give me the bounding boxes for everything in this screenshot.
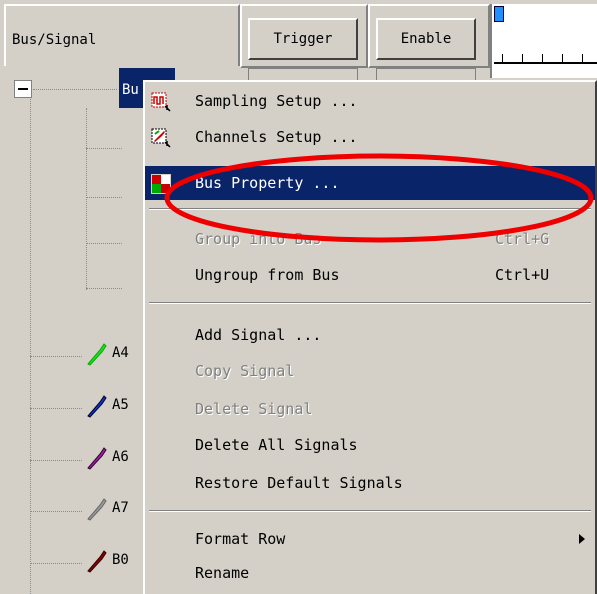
menu-item-ungroup-from-bus[interactable]: Ungroup from Bus Ctrl+U	[145, 258, 595, 292]
signal-label: A5	[112, 397, 129, 413]
menu-item-label: Ungroup from Bus	[195, 266, 340, 284]
menu-separator	[149, 302, 591, 304]
collapse-icon[interactable]	[14, 80, 32, 98]
bus-signal-header: Bus/Signal	[4, 4, 240, 68]
menu-item-sampling-setup[interactable]: Sampling Setup ...	[145, 84, 595, 118]
signal-row-a6[interactable]: A6	[86, 444, 129, 470]
probe-icon	[87, 447, 107, 470]
menu-item-restore-default-signals[interactable]: Restore Default Signals	[145, 466, 595, 500]
menu-item-label: Rename	[195, 564, 250, 582]
time-marker-icon[interactable]	[494, 6, 504, 22]
highlight-ellipse-icon	[164, 153, 594, 243]
ruler-tick	[562, 54, 563, 62]
menu-item-label: Channels Setup ...	[195, 128, 358, 146]
tree-connector	[30, 563, 82, 564]
tree-connector	[86, 243, 122, 244]
ruler-line	[494, 62, 597, 64]
ruler-tick	[582, 54, 583, 62]
signal-row-b0[interactable]: B0	[86, 547, 129, 573]
tree-connector	[30, 460, 82, 461]
channels-setup-icon	[151, 128, 171, 148]
bus-signal-header-label: Bus/Signal	[12, 32, 97, 48]
signal-row-a4[interactable]: A4	[86, 340, 129, 366]
enable-button-label: Enable	[400, 31, 452, 47]
menu-item-delete-all-signals[interactable]: Delete All Signals	[145, 428, 595, 462]
submenu-arrow-icon	[579, 534, 585, 544]
ruler-tick	[542, 54, 543, 62]
menu-item-label: Delete All Signals	[195, 436, 358, 454]
menu-item-label: Delete Signal	[195, 400, 313, 418]
trigger-header: Trigger	[240, 4, 368, 68]
tree-connector	[86, 288, 122, 289]
signal-label: A6	[112, 449, 129, 465]
signal-label: B0	[112, 552, 129, 568]
signal-label: A7	[112, 500, 129, 516]
menu-item-delete-signal[interactable]: Delete Signal	[145, 392, 595, 426]
tree-connector	[33, 89, 117, 90]
menu-item-label: Sampling Setup ...	[195, 92, 358, 110]
probe-icon	[87, 550, 107, 573]
ruler-tick	[522, 54, 523, 62]
menu-item-label: Restore Default Signals	[195, 474, 403, 492]
menu-item-format-row[interactable]: Format Row	[145, 522, 595, 556]
signal-row-a5[interactable]: A5	[86, 392, 129, 418]
signal-label: A4	[112, 345, 129, 361]
menu-item-copy-signal[interactable]: Copy Signal	[145, 354, 595, 388]
tree-connector	[30, 408, 82, 409]
trigger-button[interactable]: Trigger	[248, 18, 358, 60]
probe-icon	[87, 343, 107, 366]
menu-item-add-signal[interactable]: Add Signal ...	[145, 318, 595, 352]
probe-icon	[87, 498, 107, 521]
tree-connector	[86, 197, 122, 198]
tree-connector	[86, 148, 122, 149]
menu-separator	[149, 510, 591, 512]
menu-item-label: Copy Signal	[195, 362, 295, 380]
tree-connector	[30, 356, 82, 357]
ruler-tick	[502, 54, 503, 62]
trigger-button-label: Trigger	[273, 31, 333, 47]
menu-item-channels-setup[interactable]: Channels Setup ...	[145, 120, 595, 154]
probe-icon	[87, 395, 107, 418]
enable-button[interactable]: Enable	[376, 18, 476, 60]
tree-connector	[30, 99, 31, 594]
tree-connector	[30, 511, 82, 512]
waveform-ruler[interactable]	[490, 4, 597, 78]
menu-item-label: Add Signal ...	[195, 326, 322, 344]
menu-item-rename[interactable]: Rename	[145, 556, 595, 590]
tree-connector	[86, 108, 87, 290]
signal-row-a7[interactable]: A7	[86, 495, 129, 521]
sampling-setup-icon	[151, 92, 171, 112]
menu-item-shortcut: Ctrl+U	[495, 266, 550, 284]
bus-node-label: Bu	[122, 82, 139, 98]
menu-item-label: Format Row	[195, 530, 286, 548]
enable-header: Enable	[368, 4, 490, 68]
